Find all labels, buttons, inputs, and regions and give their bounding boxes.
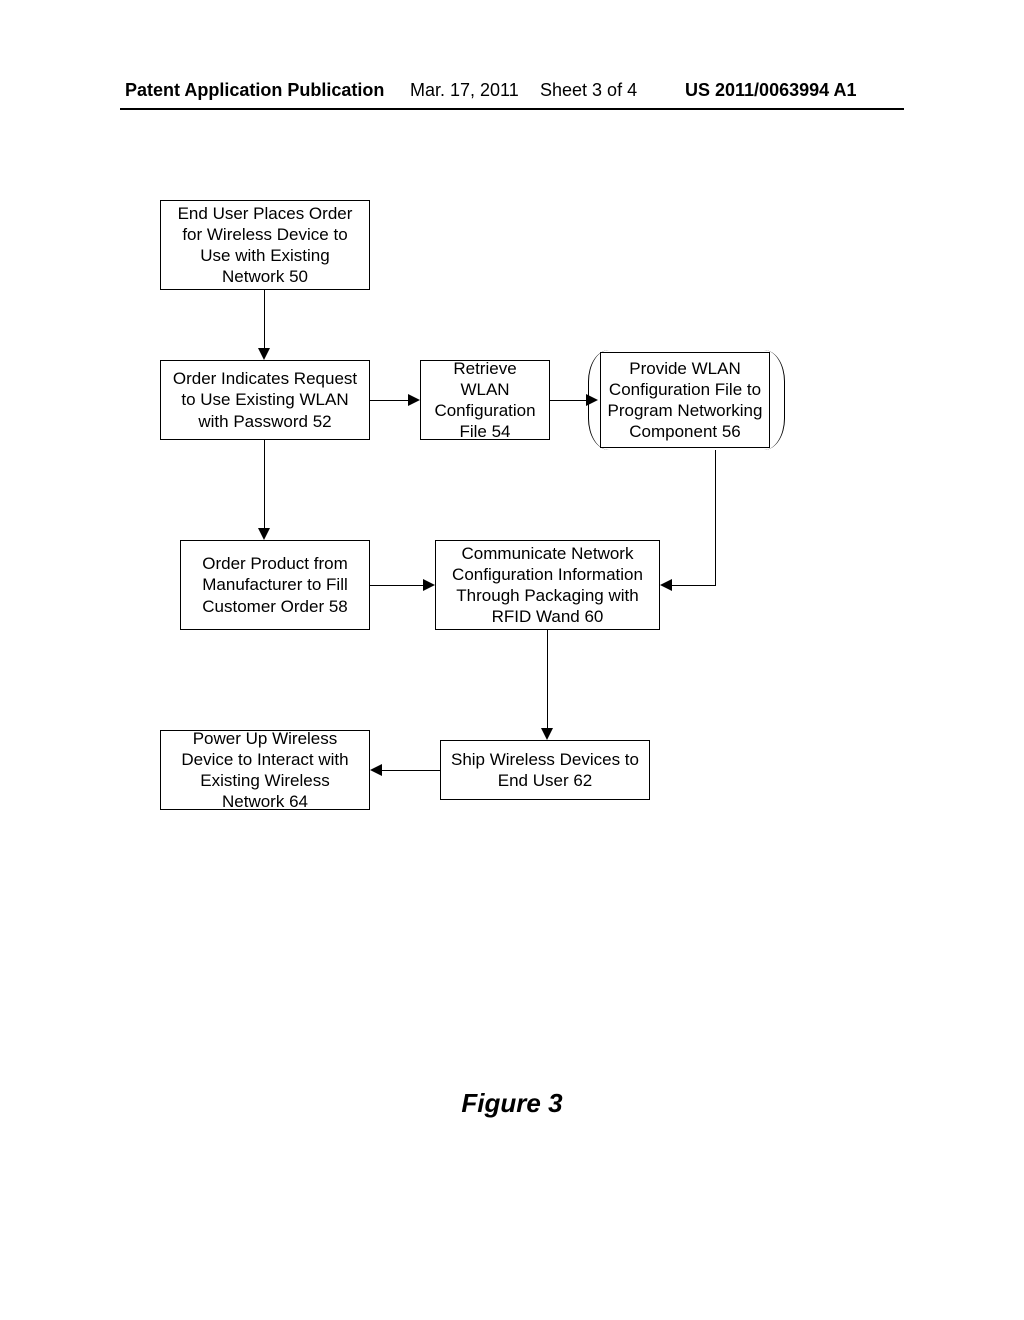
step-62-box: Ship Wireless Devices to End User 62: [440, 740, 650, 800]
step-54-box: Retrieve WLAN Configuration File 54: [420, 360, 550, 440]
arrow-58-60: [370, 585, 425, 586]
arrow-62-64: [382, 770, 440, 771]
step-58-box: Order Product from Manufacturer to Fill …: [180, 540, 370, 630]
header-rule: [120, 108, 904, 110]
step-64-box: Power Up Wireless Device to Interact wit…: [160, 730, 370, 810]
arrow-54-56: [550, 400, 590, 401]
right-paren-arc: [764, 350, 785, 450]
arrowhead-50-52: [258, 348, 270, 360]
figure-label: Figure 3: [0, 1088, 1024, 1119]
arrowhead-60-62: [541, 728, 553, 740]
sheet-number: Sheet 3 of 4: [540, 80, 637, 101]
step-60-box: Communicate Network Configuration Inform…: [435, 540, 660, 630]
step-56-box: Provide WLAN Configuration File to Progr…: [600, 352, 770, 448]
arrowhead-52-58: [258, 528, 270, 540]
flowchart-diagram: End User Places Order for Wireless Devic…: [150, 200, 874, 940]
step-50-box: End User Places Order for Wireless Devic…: [160, 200, 370, 290]
arrow-56-60-v: [715, 450, 716, 585]
arrowhead-58-60: [423, 579, 435, 591]
arrowhead-62-64: [370, 764, 382, 776]
arrowhead-54-56: [586, 394, 598, 406]
arrowhead-52-54: [408, 394, 420, 406]
publication-label: Patent Application Publication: [125, 80, 384, 101]
arrowhead-56-60: [660, 579, 672, 591]
arrow-52-54: [370, 400, 410, 401]
step-52-box: Order Indicates Request to Use Existing …: [160, 360, 370, 440]
publication-number: US 2011/0063994 A1: [685, 80, 856, 101]
arrow-60-62: [547, 630, 548, 730]
arrow-56-60-h: [672, 585, 716, 586]
patent-figure-page: Patent Application Publication Mar. 17, …: [0, 0, 1024, 1320]
arrow-52-58: [264, 440, 265, 530]
publication-date: Mar. 17, 2011: [410, 80, 519, 101]
arrow-50-52: [264, 290, 265, 350]
